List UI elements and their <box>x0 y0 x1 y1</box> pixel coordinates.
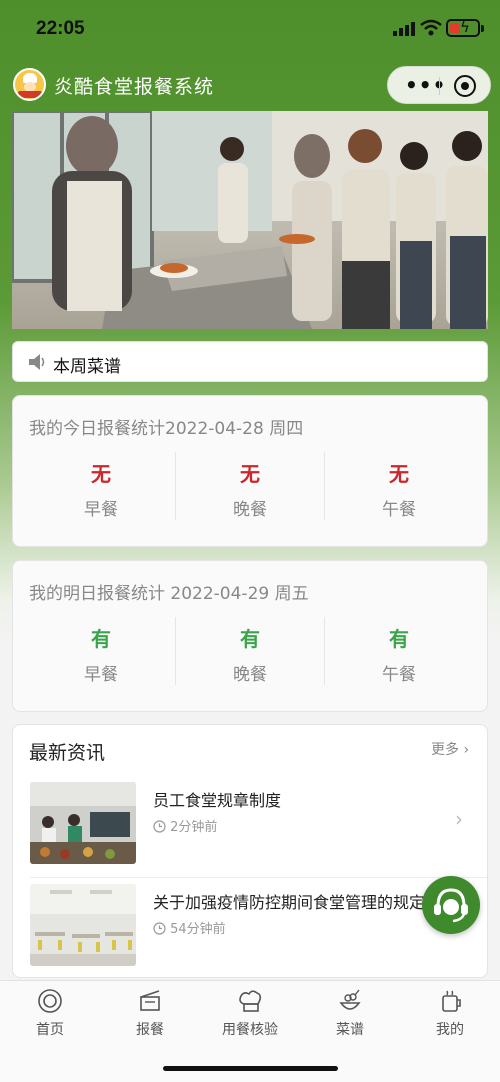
tomorrow-lunch-stat[interactable]: 有 午餐 <box>325 623 473 685</box>
app-title: 炎酷食堂报餐系统 <box>54 76 215 98</box>
today-dinner-stat[interactable]: 无 晚餐 <box>176 458 324 520</box>
clock-icon <box>153 922 166 935</box>
tab-menu[interactable]: 菜谱 <box>300 987 400 1039</box>
stat-meal: 午餐 <box>382 500 416 520</box>
tab-label: 首页 <box>36 1022 64 1038</box>
news-thumbnail <box>30 884 136 966</box>
news-title: 关于加强疫情防控期间食堂管理的规定 <box>153 893 426 912</box>
clock-icon <box>153 820 166 833</box>
today-stats-card: 我的今日报餐统计2022-04-28 周四 无 早餐 无 晚餐 无 午餐 <box>12 395 488 547</box>
signal-icon <box>393 22 415 36</box>
stat-value: 有 <box>389 627 409 651</box>
tomorrow-breakfast-stat[interactable]: 有 早餐 <box>27 623 175 685</box>
stat-meal: 早餐 <box>84 665 118 685</box>
tab-label: 报餐 <box>136 1022 164 1038</box>
stat-value: 有 <box>240 627 260 651</box>
tab-label: 我的 <box>436 1022 464 1038</box>
chevron-right-icon: › <box>463 742 470 758</box>
news-thumbnail <box>30 782 136 864</box>
canteen-photo <box>12 111 488 329</box>
customer-service-icon <box>434 888 468 923</box>
news-more-link[interactable]: 更多 › <box>431 739 469 759</box>
stat-meal: 午餐 <box>382 665 416 685</box>
more-dots-icon[interactable]: ••• <box>405 73 446 97</box>
today-stats-title: 我的今日报餐统计2022-04-28 周四 <box>29 419 304 439</box>
stat-value: 无 <box>240 462 260 486</box>
battery-charging-icon: ϟ <box>446 18 484 37</box>
title-bar: 炎酷食堂报餐系统 ••• <box>0 62 500 108</box>
tab-label: 菜谱 <box>336 1022 364 1038</box>
tomorrow-dinner-stat[interactable]: 有 晚餐 <box>176 623 324 685</box>
tab-order[interactable]: 报餐 <box>100 987 200 1039</box>
weekly-menu-notice[interactable]: 本周菜谱 <box>12 341 488 382</box>
miniprogram-capsule: ••• <box>387 66 491 104</box>
stat-meal: 晚餐 <box>233 665 267 685</box>
today-lunch-stat[interactable]: 无 午餐 <box>325 458 473 520</box>
news-title: 员工食堂规章制度 <box>153 791 282 810</box>
home-icon <box>38 989 62 1013</box>
notice-label: 本周菜谱 <box>53 357 121 377</box>
stat-meal: 早餐 <box>84 500 118 520</box>
tomorrow-stats-card: 我的明日报餐统计 2022-04-29 周五 有 早餐 有 晚餐 有 午餐 <box>12 560 488 712</box>
news-item[interactable]: 员工食堂规章制度 2分钟前 › <box>13 775 487 873</box>
customer-service-button[interactable] <box>422 876 480 934</box>
today-breakfast-stat[interactable]: 无 早餐 <box>27 458 175 520</box>
tab-home[interactable]: 首页 <box>0 987 100 1039</box>
status-time: 22:05 <box>36 18 85 39</box>
news-heading: 最新资讯 <box>29 742 106 764</box>
home-indicator[interactable] <box>163 1066 338 1071</box>
tomorrow-stats-title: 我的明日报餐统计 2022-04-29 周五 <box>29 584 309 604</box>
wifi-icon <box>420 19 442 36</box>
banner-image[interactable] <box>12 111 488 329</box>
news-time: 54分钟前 <box>153 918 226 937</box>
target-icon[interactable] <box>454 75 476 97</box>
stat-meal: 晚餐 <box>233 500 267 520</box>
chevron-right-icon: › <box>455 807 463 831</box>
chef-hat-icon <box>239 990 262 1012</box>
news-time: 2分钟前 <box>153 816 217 835</box>
speaker-icon <box>29 354 45 370</box>
order-meal-icon <box>140 990 160 1011</box>
tab-verify[interactable]: 用餐核验 <box>200 987 300 1039</box>
status-bar: 22:05 ϟ <box>0 0 500 60</box>
tab-profile[interactable]: 我的 <box>400 987 500 1039</box>
news-item[interactable]: 关于加强疫情防控期间食堂管理的规定 54分钟前 <box>13 877 487 975</box>
canteen-logo <box>13 68 46 101</box>
stat-value: 有 <box>91 627 111 651</box>
profile-icon <box>442 990 461 1012</box>
menu-dish-icon <box>339 989 361 1010</box>
stat-value: 无 <box>91 462 111 486</box>
stat-value: 无 <box>389 462 409 486</box>
news-section: 最新资讯 更多 › 员工食堂规章制度 2分钟前 › 关于加强疫情防控期间食堂管理… <box>12 724 488 978</box>
tab-label: 用餐核验 <box>222 1022 278 1038</box>
